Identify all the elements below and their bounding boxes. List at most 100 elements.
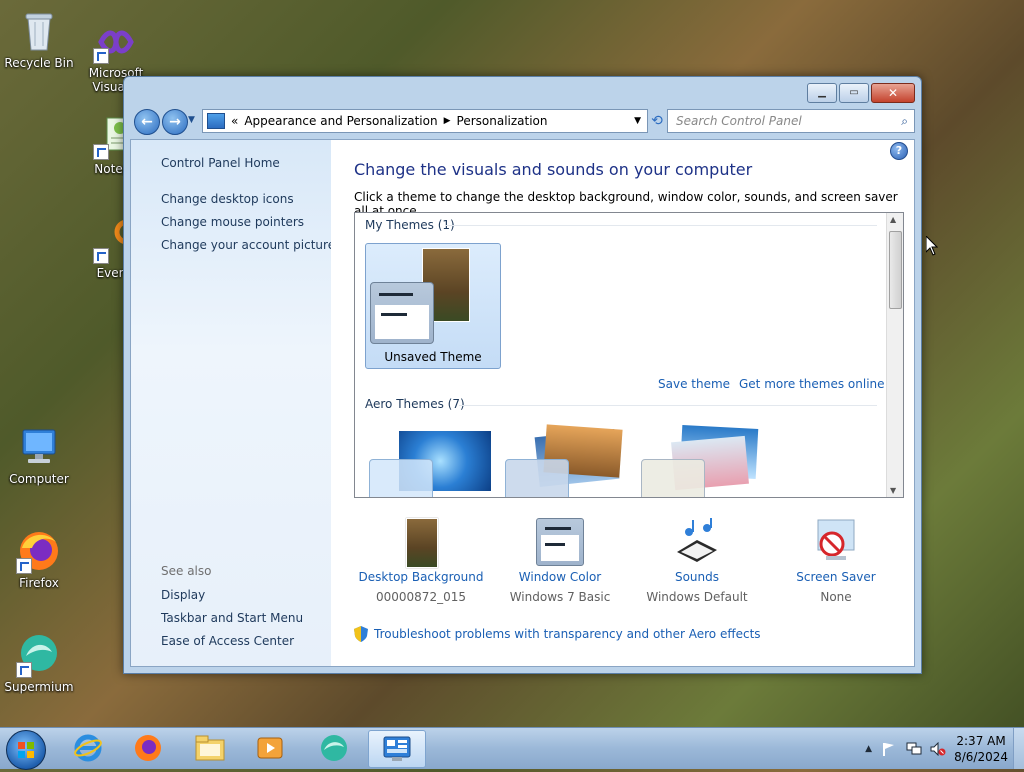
ease-of-access-link[interactable]: Ease of Access Center: [161, 634, 294, 648]
search-icon: ⌕: [901, 113, 908, 128]
window-color-icon: [536, 518, 584, 566]
address-row: ← → ▼ « Appearance and Personalization ▶…: [130, 107, 915, 135]
show-hidden-icons-icon[interactable]: ▲: [865, 744, 872, 754]
save-theme-link[interactable]: Save theme: [658, 377, 730, 391]
desktop-icon-label: Firefox: [19, 576, 59, 590]
setting-name[interactable]: Desktop Background: [356, 570, 486, 584]
desktop-icon-recycle-bin[interactable]: Recycle Bin: [1, 8, 77, 70]
get-more-themes-link[interactable]: Get more themes online: [739, 377, 885, 391]
setting-value: Windows 7 Basic: [509, 590, 611, 604]
shortcut-arrow-icon: [16, 558, 32, 574]
taskbar-media-player[interactable]: [244, 730, 296, 766]
scroll-up-icon[interactable]: ▲: [890, 215, 896, 224]
theme-tile-architecture[interactable]: [501, 423, 635, 497]
search-input[interactable]: Search Control Panel ⌕: [667, 109, 915, 133]
taskbar-firefox[interactable]: [122, 730, 174, 766]
taskbar-file-explorer[interactable]: [184, 730, 236, 766]
refresh-button[interactable]: ⟲: [646, 110, 668, 132]
theme-tile-unsaved[interactable]: Unsaved Theme: [365, 243, 501, 369]
clock-date: 8/6/2024: [954, 749, 1008, 764]
setting-name[interactable]: Screen Saver: [771, 570, 901, 584]
back-arrow-icon: ←: [141, 114, 153, 130]
desktop-icon-label: Computer: [9, 472, 69, 486]
control-panel-home-link[interactable]: Control Panel Home: [161, 156, 280, 170]
page-title: Change the visuals and sounds on your co…: [354, 160, 753, 179]
display-link[interactable]: Display: [161, 588, 205, 602]
change-account-picture-link[interactable]: Change your account picture: [161, 238, 335, 252]
desktop-background-setting[interactable]: Desktop Background 00000872_015: [356, 518, 486, 604]
aero-themes-group-label: Aero Themes (7): [365, 397, 465, 411]
theme-tile-nature[interactable]: [637, 423, 771, 497]
address-bar[interactable]: « Appearance and Personalization ▶ Perso…: [202, 109, 648, 133]
breadcrumb-appearance[interactable]: Appearance and Personalization: [244, 114, 437, 128]
change-desktop-icons-link[interactable]: Change desktop icons: [161, 192, 294, 206]
window-titlebar[interactable]: ▁ ▭ ✕: [124, 77, 921, 105]
troubleshoot-link[interactable]: Troubleshoot problems with transparency …: [374, 627, 761, 641]
file-explorer-icon: [195, 735, 225, 761]
theme-preview-window: [641, 459, 705, 497]
supermium-icon: [321, 735, 347, 761]
screen-saver-setting[interactable]: Screen Saver None: [771, 518, 901, 604]
change-mouse-pointers-link[interactable]: Change mouse pointers: [161, 215, 304, 229]
breadcrumb-separator-icon: ▶: [443, 116, 451, 126]
control-panel-icon: [207, 113, 225, 129]
minimize-icon: ▁: [818, 87, 826, 98]
setting-name[interactable]: Sounds: [632, 570, 762, 584]
shield-icon: [354, 626, 368, 642]
setting-value: 00000872_015: [376, 590, 466, 604]
setting-value: Windows Default: [646, 590, 748, 604]
show-desktop-button[interactable]: [1013, 728, 1024, 769]
sounds-setting[interactable]: Sounds Windows Default: [632, 518, 762, 604]
refresh-icon: ⟲: [651, 113, 663, 129]
back-button[interactable]: ←: [134, 109, 160, 135]
breadcrumb-root-chevron[interactable]: «: [231, 114, 238, 128]
window-body: Control Panel Home Change desktop icons …: [130, 139, 915, 667]
maximize-icon: ▭: [849, 87, 859, 98]
mouse-cursor-icon: [925, 234, 939, 259]
help-icon[interactable]: ?: [890, 142, 908, 160]
my-themes-group-label: My Themes (1): [365, 218, 455, 232]
sounds-icon: [673, 518, 721, 566]
themes-scrollbar[interactable]: ▲ ▼: [886, 213, 903, 497]
desktop-icon-supermium[interactable]: Supermium: [1, 632, 77, 694]
maximize-button[interactable]: ▭: [839, 83, 869, 103]
network-icon[interactable]: [906, 742, 922, 756]
search-placeholder: Search Control Panel: [676, 114, 802, 128]
personalization-window: ▁ ▭ ✕ ← → ▼ « Appearance and Personaliza…: [123, 76, 922, 674]
forward-arrow-icon: →: [169, 114, 181, 130]
recent-pages-dropdown[interactable]: ▼: [188, 115, 195, 125]
address-dropdown-icon[interactable]: ▼: [634, 116, 641, 126]
breadcrumb-personalization[interactable]: Personalization: [457, 114, 548, 128]
taskbar-control-panel[interactable]: [368, 730, 426, 768]
setting-name[interactable]: Window Color: [495, 570, 625, 584]
themes-list[interactable]: My Themes (1) Unsaved Theme Save theme G…: [354, 212, 904, 498]
close-button[interactable]: ✕: [871, 83, 915, 103]
minimize-button[interactable]: ▁: [807, 83, 837, 103]
shortcut-arrow-icon: [16, 662, 32, 678]
shortcut-arrow-icon: [93, 248, 109, 264]
theme-preview-window: [505, 459, 569, 497]
shortcut-arrow-icon: [93, 48, 109, 64]
recycle-bin-icon: [16, 8, 62, 54]
theme-tile-windows7[interactable]: [365, 423, 499, 497]
taskbar-internet-explorer[interactable]: [62, 730, 114, 766]
forward-button[interactable]: →: [162, 109, 188, 135]
start-button[interactable]: [6, 730, 46, 770]
desktop-icon-computer[interactable]: Computer: [1, 424, 77, 486]
taskbar-start-menu-link[interactable]: Taskbar and Start Menu: [161, 611, 303, 625]
screen-saver-icon: [812, 518, 860, 566]
volume-muted-icon[interactable]: [930, 741, 946, 756]
window-color-setting[interactable]: Window Color Windows 7 Basic: [495, 518, 625, 604]
clock[interactable]: 2:37 AM 8/6/2024: [954, 733, 1008, 765]
action-center-flag-icon[interactable]: [882, 742, 896, 756]
scroll-thumb[interactable]: [889, 231, 902, 309]
shortcut-arrow-icon: [93, 144, 109, 160]
taskbar: ▲ 2:37 AM 8/6/2024: [0, 727, 1024, 770]
firefox-icon: [135, 735, 161, 761]
desktop-background-icon: [397, 518, 445, 568]
theme-preview-window: [369, 459, 433, 497]
taskbar-supermium[interactable]: [308, 730, 360, 766]
scroll-down-icon[interactable]: ▼: [890, 486, 896, 495]
troubleshoot-row[interactable]: Troubleshoot problems with transparency …: [354, 626, 761, 642]
desktop-icon-firefox[interactable]: Firefox: [1, 528, 77, 590]
